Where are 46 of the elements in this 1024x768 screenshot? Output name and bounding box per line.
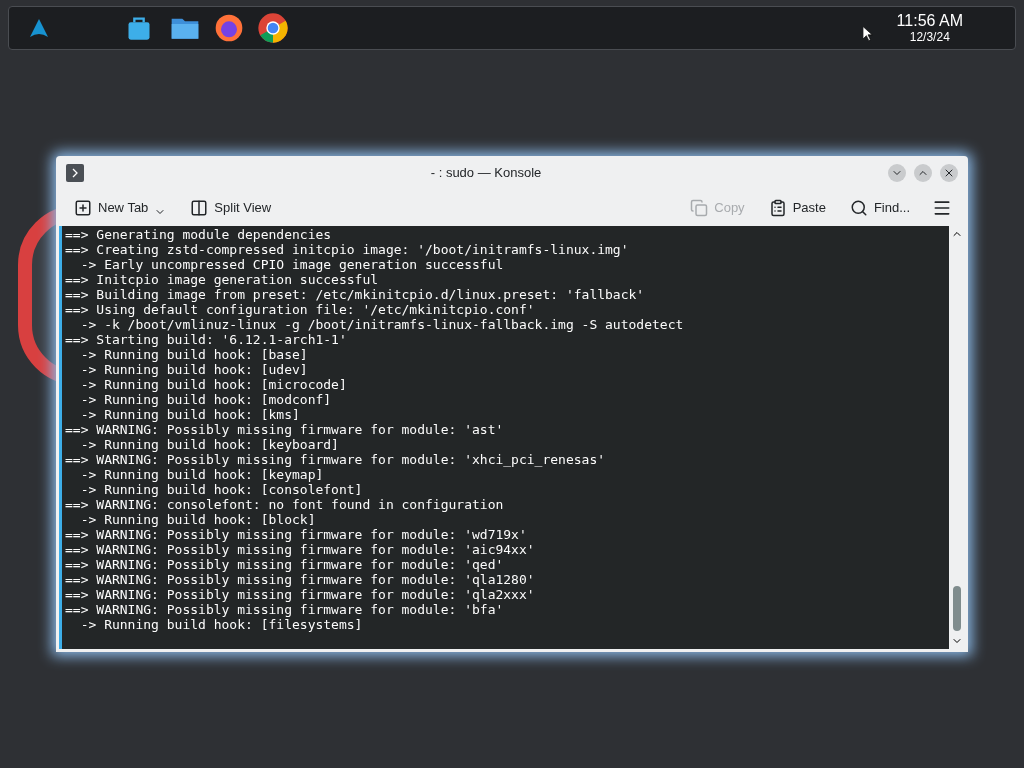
- mouse-cursor-icon: [862, 26, 873, 42]
- terminal-line: ==> Generating module dependencies: [65, 227, 332, 242]
- terminal-line: -> Running build hook: [base]: [79, 347, 308, 362]
- terminal-line: -> Running build hook: [microcode]: [79, 377, 347, 392]
- search-icon: [849, 198, 868, 217]
- terminal-line: -> Running build hook: [block]: [79, 512, 316, 527]
- terminal-line: -> -k /boot/vmlinuz-linux -g /boot/initramfs-linux-fallback.img -S autodetect: [79, 317, 684, 332]
- terminal-line: -> Running build hook: [keyboard]: [79, 437, 339, 452]
- terminal-line: ==> Creating zstd-compressed initcpio image: '/boot/initramfs-linux.img': [65, 242, 629, 257]
- terminal-line: -> Running build hook: [keymap]: [79, 467, 324, 482]
- terminal-icon: [66, 163, 84, 182]
- minimize-button[interactable]: [888, 163, 906, 182]
- terminal-line: -> Running build hook: [modconf]: [79, 392, 332, 407]
- terminal-line: ==> WARNING: consolefont: no font found in configuration: [65, 497, 504, 512]
- clock-date[interactable]: 12/3/24: [909, 31, 950, 43]
- terminal-line: ==> WARNING: Possibly missing firmware for module: 'qed': [65, 557, 504, 572]
- terminal-line: -> Running build hook: [consolefont]: [79, 482, 363, 497]
- terminal-line: ==> WARNING: Possibly missing firmware for module: 'wd719x': [65, 527, 527, 542]
- close-button[interactable]: [940, 163, 958, 182]
- paste-button[interactable]: Paste: [762, 193, 832, 222]
- window-title: - : sudo — Konsole: [429, 163, 543, 182]
- terminal-line: -> Running build hook: [kms]: [79, 407, 300, 422]
- terminal-line: ==> WARNING: Possibly missing firmware for module: 'aic94xx': [65, 542, 535, 557]
- new-tab-icon: [74, 198, 92, 217]
- terminal-line: ==> Initcpio image generation successful: [65, 272, 379, 287]
- terminal-line: ==> Building image from preset: /etc/mkinitcpio.d/linux.preset: 'fallback': [65, 287, 645, 302]
- copy-icon: [690, 198, 709, 217]
- terminal-line: -> Running build hook: [udev]: [79, 362, 308, 377]
- terminal-line: -> Early uncompressed CPIO image generation successful: [79, 257, 504, 272]
- scrollbar[interactable]: [949, 226, 965, 649]
- terminal-line: ==> Starting build: '6.12.1-arch1-1': [65, 332, 347, 347]
- scrollbar-thumb[interactable]: [953, 586, 961, 631]
- terminal-line: ==> WARNING: Possibly missing firmware for module: 'qla2xxx': [65, 587, 535, 602]
- split-button[interactable]: Split View: [184, 193, 278, 222]
- terminal-line: -> Running build hook: [filesystems]: [79, 617, 363, 632]
- maximize-button[interactable]: [914, 163, 932, 182]
- clock-time[interactable]: 11:56 AM: [896, 13, 963, 29]
- columns-icon: [190, 198, 209, 217]
- terminal-line: ==> WARNING: Possibly missing firmware for module: 'xhci_pci_renesas': [65, 452, 606, 467]
- new-tab-button[interactable]: New Tab: [68, 193, 173, 222]
- find-button[interactable]: Find...: [843, 193, 916, 222]
- terminal-line: ==> WARNING: Possibly missing firmware for module: 'ast': [65, 422, 504, 437]
- clipboard-icon: [768, 198, 787, 217]
- terminal-line: ==> WARNING: Possibly missing firmware for module: 'bfa': [65, 602, 504, 617]
- terminal-line: ==> WARNING: Possibly missing firmware for module: 'qla1280': [65, 572, 535, 587]
- terminal-line: ==> Using default configuration file: '/etc/mkinitcpio.conf': [65, 302, 535, 317]
